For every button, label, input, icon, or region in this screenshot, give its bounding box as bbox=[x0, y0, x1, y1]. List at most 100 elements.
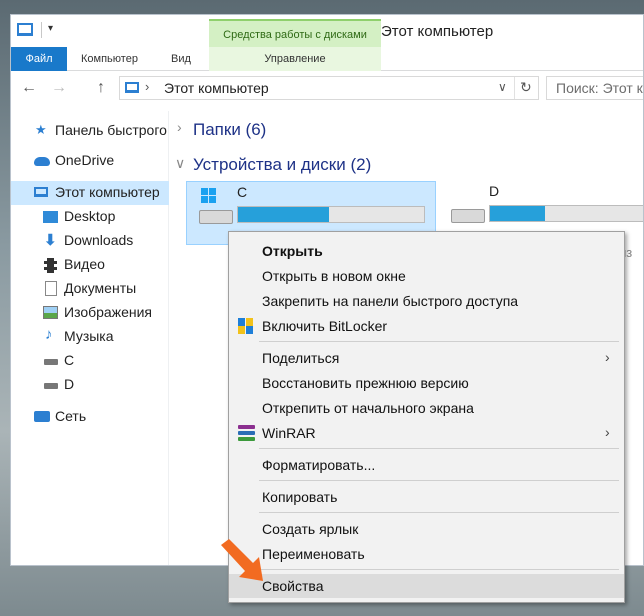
menu-item-label: Поделиться bbox=[262, 350, 340, 366]
pictures-icon bbox=[43, 306, 58, 319]
menu-item-label: Переименовать bbox=[262, 546, 365, 562]
sidebar-item-label: Документы bbox=[64, 280, 137, 296]
sidebar-item-onedrive[interactable]: OneDrive bbox=[11, 149, 169, 173]
network-icon bbox=[34, 411, 50, 422]
menu-item-copy[interactable]: Копировать bbox=[229, 485, 624, 509]
drive-usage-bar bbox=[237, 206, 425, 223]
address-divider bbox=[514, 77, 515, 99]
menu-item-create-shortcut[interactable]: Создать ярлык bbox=[229, 517, 624, 541]
up-arrow-icon[interactable]: ↑ bbox=[97, 79, 105, 97]
menu-divider bbox=[259, 341, 619, 342]
menu-item-winrar[interactable]: WinRAR › bbox=[229, 421, 624, 445]
sidebar-item-label: Изображения bbox=[64, 304, 152, 320]
drive-icon bbox=[44, 383, 58, 389]
winrar-icon bbox=[238, 425, 255, 441]
drive-usage-fill bbox=[238, 207, 330, 222]
menu-item-label: Форматировать... bbox=[262, 457, 376, 473]
menu-item-rename[interactable]: Переименовать bbox=[229, 542, 624, 566]
tab-computer[interactable]: Компьютер bbox=[81, 47, 138, 71]
menu-item-label: Открыть в новом окне bbox=[262, 268, 406, 284]
search-placeholder: Поиск: Этот компьютер bbox=[556, 80, 643, 96]
drive-tools-header: Средства работы с дисками bbox=[209, 19, 381, 47]
computer-icon bbox=[34, 187, 48, 197]
sidebar-item-quick-access[interactable]: ★ Панель быстрого доступа bbox=[11, 119, 169, 143]
menu-item-label: Включить BitLocker bbox=[262, 318, 388, 334]
menu-item-label: Копировать bbox=[262, 489, 338, 505]
chevron-right-icon[interactable]: › bbox=[177, 119, 182, 135]
group-header-devices[interactable]: Устройства и диски (2) bbox=[193, 155, 371, 175]
toolbar-divider bbox=[41, 22, 42, 38]
menu-item-label: Открыть bbox=[262, 243, 323, 259]
menu-item-restore-previous[interactable]: Восстановить прежнюю версию bbox=[229, 371, 624, 395]
tab-manage[interactable]: Управление bbox=[209, 47, 381, 71]
group-header-folders[interactable]: Папки (6) bbox=[193, 120, 266, 140]
menu-item-open-new-window[interactable]: Открыть в новом окне bbox=[229, 264, 624, 288]
menu-item-label: Закрепить на панели быстрого доступа bbox=[262, 293, 519, 309]
menu-item-share[interactable]: Поделиться › bbox=[229, 346, 624, 370]
menu-item-label: WinRAR bbox=[262, 425, 316, 441]
menu-item-properties[interactable]: Свойства bbox=[229, 574, 624, 598]
chevron-right-icon: › bbox=[605, 349, 610, 365]
chevron-right-icon: › bbox=[605, 424, 610, 440]
pointer-arrow-icon bbox=[221, 539, 263, 581]
sidebar-item-label: D bbox=[64, 376, 75, 392]
navigation-bar: ← → ↑ › Этот компьютер ∨ ↻ Поиск: Этот к… bbox=[11, 73, 643, 105]
menu-item-unpin-start[interactable]: Открепить от начального экрана bbox=[229, 396, 624, 420]
navigation-pane: ★ Панель быстрого доступа OneDrive Этот … bbox=[11, 111, 169, 565]
sidebar-item-documents[interactable]: Документы bbox=[11, 277, 169, 301]
sidebar-item-label: Этот компьютер bbox=[55, 184, 160, 200]
cloud-icon bbox=[34, 157, 50, 166]
search-input[interactable]: Поиск: Этот компьютер bbox=[546, 76, 643, 100]
computer-icon bbox=[125, 82, 139, 93]
sidebar-item-music[interactable]: ♪ Музыка bbox=[11, 325, 169, 349]
tab-file[interactable]: Файл bbox=[11, 47, 67, 71]
download-icon: ⬇ bbox=[44, 232, 57, 249]
star-icon: ★ bbox=[35, 122, 47, 137]
sidebar-item-label: Desktop bbox=[64, 208, 116, 224]
sidebar-item-pictures[interactable]: Изображения bbox=[11, 301, 169, 325]
sidebar-item-network[interactable]: Сеть bbox=[11, 405, 169, 429]
sidebar-item-label: C bbox=[64, 352, 75, 368]
window-title: Этот компьютер bbox=[381, 23, 494, 40]
documents-icon bbox=[45, 281, 57, 296]
hard-drive-icon bbox=[199, 210, 233, 224]
forward-arrow-icon[interactable]: → bbox=[51, 79, 67, 97]
sidebar-item-drive-c[interactable]: C bbox=[11, 349, 169, 373]
menu-divider bbox=[259, 512, 619, 513]
hard-drive-icon bbox=[451, 209, 485, 223]
menu-item-pin-quick-access[interactable]: Закрепить на панели быстрого доступа bbox=[229, 289, 624, 313]
menu-item-bitlocker[interactable]: Включить BitLocker bbox=[229, 314, 624, 338]
menu-item-format[interactable]: Форматировать... bbox=[229, 453, 624, 477]
computer-icon[interactable] bbox=[17, 23, 33, 36]
refresh-icon[interactable]: ↻ bbox=[520, 79, 532, 96]
title-bar: ▾ Средства работы с дисками Этот компьют… bbox=[11, 15, 643, 47]
menu-divider bbox=[259, 480, 619, 481]
address-bar[interactable]: › Этот компьютер ∨ ↻ bbox=[119, 76, 539, 100]
sidebar-item-label: Видео bbox=[64, 256, 105, 272]
menu-item-open[interactable]: Открыть bbox=[229, 239, 624, 263]
chevron-down-icon[interactable]: ∨ bbox=[498, 80, 507, 94]
ribbon-tabs: Файл Компьютер Вид Управление bbox=[11, 47, 643, 71]
sidebar-item-downloads[interactable]: ⬇ Downloads bbox=[11, 229, 169, 253]
quick-access-dropdown-icon[interactable]: ▾ bbox=[48, 23, 53, 34]
drive-usage-fill bbox=[490, 206, 546, 221]
drive-name: D bbox=[489, 183, 500, 199]
music-icon: ♪ bbox=[45, 326, 53, 343]
sidebar-item-video[interactable]: Видео bbox=[11, 253, 169, 277]
menu-divider bbox=[259, 569, 619, 570]
sidebar-item-this-pc[interactable]: Этот компьютер bbox=[11, 181, 169, 205]
sidebar-item-desktop[interactable]: Desktop bbox=[11, 205, 169, 229]
sidebar-item-drive-d[interactable]: D bbox=[11, 373, 169, 397]
tab-view[interactable]: Вид bbox=[171, 47, 191, 71]
context-menu: Открыть Открыть в новом окне Закрепить н… bbox=[228, 231, 625, 603]
video-icon bbox=[44, 258, 57, 273]
chevron-down-icon[interactable]: ∨ bbox=[175, 155, 185, 172]
address-text[interactable]: Этот компьютер bbox=[164, 80, 269, 96]
shield-icon bbox=[238, 318, 253, 334]
sidebar-item-label: OneDrive bbox=[55, 152, 115, 168]
back-arrow-icon[interactable]: ← bbox=[21, 79, 37, 97]
drive-usage-bar bbox=[489, 205, 643, 222]
desktop-icon bbox=[43, 211, 58, 223]
chevron-right-icon[interactable]: › bbox=[145, 79, 149, 94]
sidebar-item-label: Сеть bbox=[55, 408, 87, 424]
